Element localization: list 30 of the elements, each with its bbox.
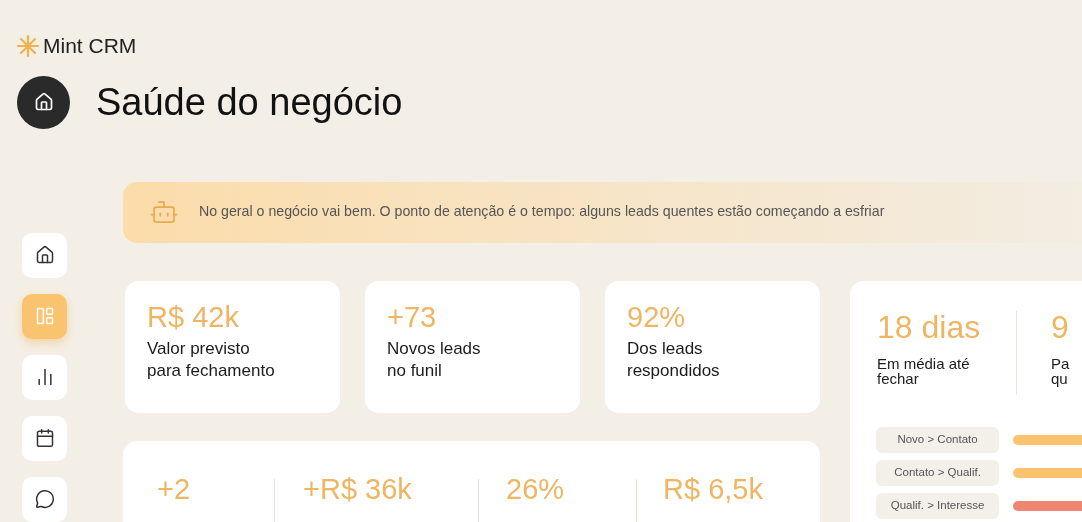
calendar-icon bbox=[34, 428, 55, 448]
sidebar-item[interactable] bbox=[22, 232, 67, 278]
kpi-value: +73 bbox=[387, 302, 438, 332]
page-title: Saúde do negócio bbox=[96, 83, 403, 121]
stage-label: Novo > Contato bbox=[876, 426, 1000, 453]
stat-label: Em média até fechar bbox=[877, 355, 971, 386]
kpi-label: Novos leads no funil bbox=[387, 337, 482, 382]
summary-value: +2 bbox=[157, 474, 192, 504]
sidebar-item[interactable] bbox=[22, 476, 67, 522]
brand-name: Mint CRM bbox=[43, 33, 137, 59]
sidebar-item[interactable] bbox=[22, 415, 67, 461]
summary-value: 26% bbox=[506, 474, 566, 504]
stage-label: Contato > Qualif. bbox=[876, 459, 1000, 486]
stat-label: Pa qu bbox=[1051, 355, 1070, 386]
home-icon bbox=[33, 92, 54, 112]
summary-value: R$ 6,5k bbox=[663, 474, 763, 504]
home-icon bbox=[34, 245, 55, 265]
kpi-value: 92% bbox=[627, 302, 687, 332]
summary-value: +R$ 36k bbox=[303, 474, 413, 504]
insight-text: No geral o negócio vai bem. O ponto de atenção é o tempo: alguns leads quentes estão começando a esfriar bbox=[199, 202, 885, 222]
kpi-value: R$ 42k bbox=[147, 302, 240, 332]
stat-value: 18 dias bbox=[877, 310, 982, 343]
sidebar-item[interactable] bbox=[22, 354, 67, 400]
stat-value: 9 bbox=[1051, 310, 1070, 343]
sun-logo-icon bbox=[16, 33, 40, 58]
stage-label: Qualif. > Interesse bbox=[876, 492, 1000, 519]
board-icon bbox=[34, 306, 55, 326]
chat-bubble-icon bbox=[34, 489, 55, 509]
kpi-label: Valor previsto para fechamento bbox=[147, 337, 276, 382]
kpi-label: Dos leads respondidos bbox=[627, 337, 721, 382]
